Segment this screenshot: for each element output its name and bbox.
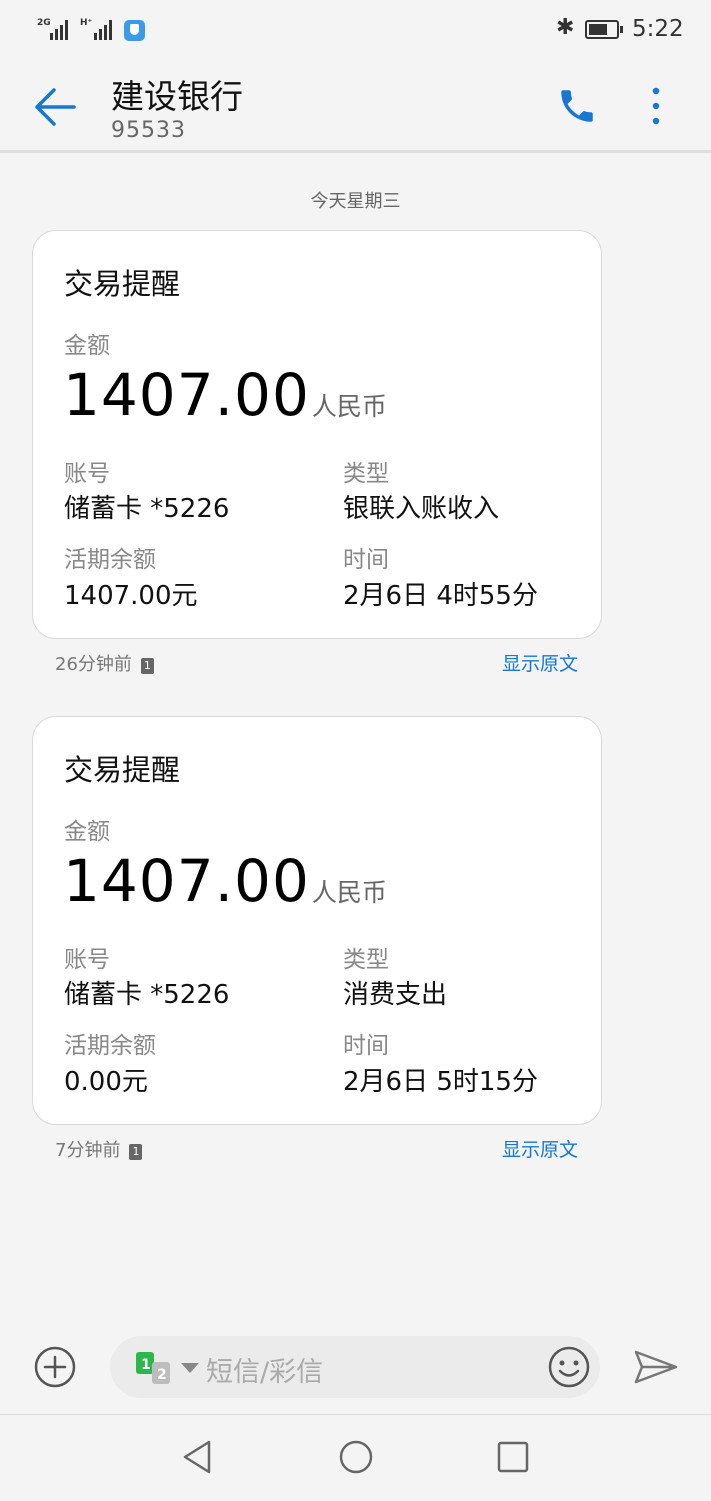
emoji-icon[interactable] bbox=[548, 1346, 590, 1388]
nav-home-icon[interactable] bbox=[338, 1439, 374, 1475]
message-title: 交易提醒 bbox=[64, 753, 181, 787]
message-meta: 7分钟前 1 bbox=[55, 1136, 143, 1162]
security-shield-icon bbox=[124, 20, 145, 41]
date-separator: 今天星期三 bbox=[310, 191, 401, 212]
time-value: 2月6日 4时55分 bbox=[343, 581, 538, 611]
message-title: 交易提醒 bbox=[64, 267, 181, 301]
sim1-signal-icon bbox=[50, 16, 74, 40]
amount-value: 1407.00人民币 bbox=[63, 847, 387, 915]
sim-badge: 1 bbox=[129, 1144, 143, 1160]
account-value: 储蓄卡 *5226 bbox=[64, 980, 230, 1010]
sim-badge: 1 bbox=[140, 658, 154, 674]
navigation-bar bbox=[0, 1414, 711, 1501]
sim2-signal-icon bbox=[94, 16, 118, 40]
amount-label: 金额 bbox=[64, 333, 110, 359]
show-original-link[interactable]: 显示原文 bbox=[502, 649, 578, 676]
phone-icon[interactable] bbox=[556, 85, 598, 127]
amount-currency: 人民币 bbox=[311, 878, 387, 907]
received-time: 26分钟前 bbox=[55, 654, 132, 675]
message-card[interactable]: 交易提醒 金额 1407.00人民币 账号 储蓄卡 *5226 类型 消费支出 … bbox=[32, 716, 602, 1125]
type-label: 类型 bbox=[343, 461, 389, 487]
amount-currency: 人民币 bbox=[311, 392, 387, 421]
message-card[interactable]: 交易提醒 金额 1407.00人民币 账号 储蓄卡 *5226 类型 银联入账收… bbox=[32, 230, 602, 639]
svg-text:1: 1 bbox=[141, 1357, 151, 1373]
status-time: 5:22 bbox=[632, 16, 684, 42]
bluetooth-icon: ✱ bbox=[556, 15, 575, 40]
sim1-network-label: 2G bbox=[37, 18, 51, 28]
message-placeholder: 短信/彩信 bbox=[206, 1357, 324, 1388]
add-icon[interactable] bbox=[34, 1346, 76, 1388]
status-bar: 2G H⁺ ✱ 5:22 bbox=[0, 0, 711, 60]
nav-recents-icon[interactable] bbox=[497, 1441, 529, 1473]
type-label: 类型 bbox=[343, 947, 389, 973]
account-label: 账号 bbox=[64, 947, 110, 973]
balance-label: 活期余额 bbox=[64, 547, 156, 573]
balance-value: 0.00元 bbox=[64, 1067, 148, 1097]
contact-name: 建设银行 bbox=[111, 77, 243, 116]
time-label: 时间 bbox=[343, 1033, 389, 1059]
conversation-header: 建设银行 95533 bbox=[0, 60, 711, 153]
amount-value: 1407.00人民币 bbox=[63, 361, 387, 429]
amount-number: 1407.00 bbox=[63, 361, 310, 429]
type-value: 消费支出 bbox=[343, 980, 448, 1010]
show-original-link[interactable]: 显示原文 bbox=[502, 1135, 578, 1162]
account-value: 储蓄卡 *5226 bbox=[64, 494, 230, 524]
contact-number: 95533 bbox=[111, 118, 186, 143]
nav-back-icon[interactable] bbox=[182, 1439, 212, 1475]
balance-value: 1407.00元 bbox=[64, 581, 198, 611]
sim-select-icon[interactable]: 1 2 bbox=[136, 1352, 174, 1384]
amount-number: 1407.00 bbox=[63, 847, 310, 915]
message-meta: 26分钟前 1 bbox=[55, 650, 154, 676]
sim2-network-label: H⁺ bbox=[80, 18, 93, 28]
received-time: 7分钟前 bbox=[55, 1140, 121, 1161]
chevron-down-icon[interactable] bbox=[180, 1362, 200, 1374]
send-icon[interactable] bbox=[634, 1350, 678, 1384]
time-label: 时间 bbox=[343, 547, 389, 573]
battery-icon bbox=[585, 20, 623, 39]
type-value: 银联入账收入 bbox=[343, 494, 500, 524]
balance-label: 活期余额 bbox=[64, 1033, 156, 1059]
amount-label: 金额 bbox=[64, 819, 110, 845]
back-arrow-icon[interactable] bbox=[30, 84, 80, 130]
more-vertical-icon[interactable] bbox=[645, 84, 667, 128]
time-value: 2月6日 5时15分 bbox=[343, 1067, 538, 1097]
svg-text:2: 2 bbox=[157, 1367, 167, 1383]
account-label: 账号 bbox=[64, 461, 110, 487]
